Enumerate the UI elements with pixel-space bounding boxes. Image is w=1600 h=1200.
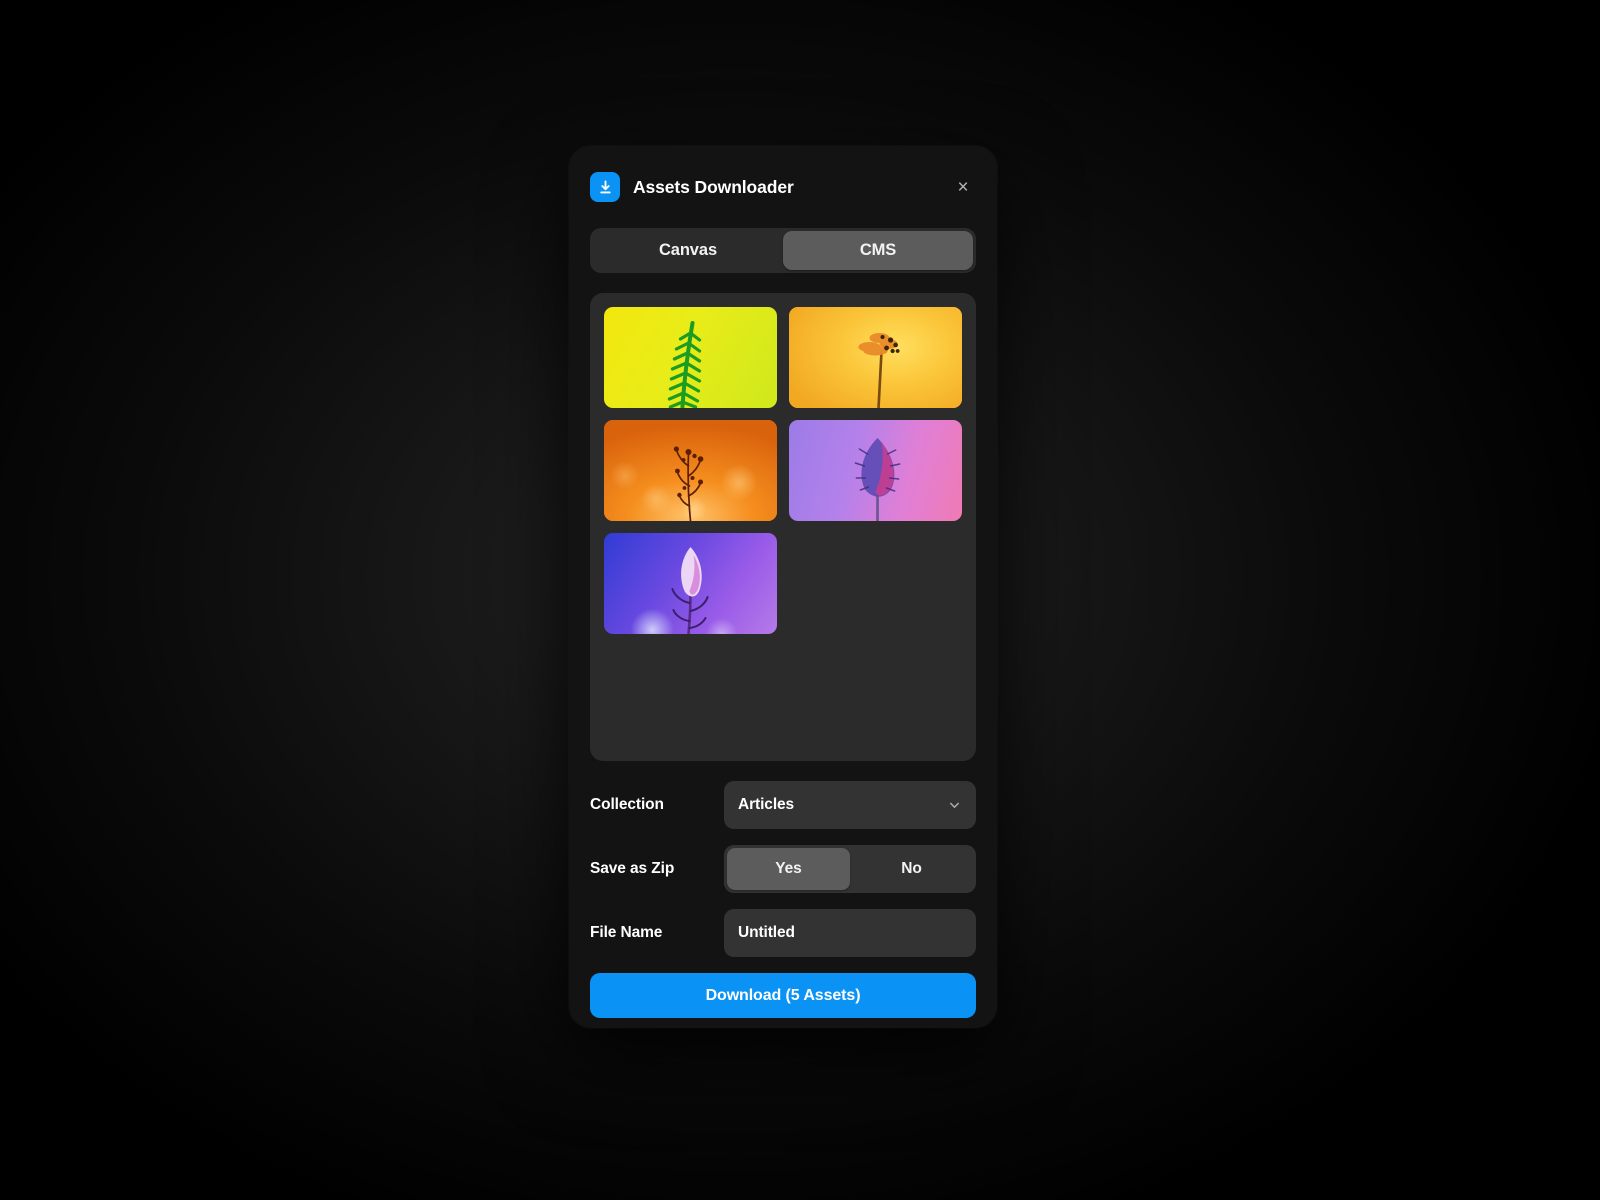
save-as-zip-option-no[interactable]: No	[850, 848, 973, 890]
close-icon[interactable]: ×	[950, 174, 976, 200]
app-background: Assets Downloader × Canvas CMS Collectio…	[0, 0, 1600, 1200]
modal-header: Assets Downloader ×	[590, 146, 976, 228]
assets-downloader-modal: Assets Downloader × Canvas CMS Collectio…	[569, 146, 997, 1028]
source-tab-group: Canvas CMS	[590, 228, 976, 273]
silhouette-plant-icon	[673, 446, 704, 521]
file-name-input[interactable]	[724, 909, 976, 957]
download-button[interactable]: Download (5 Assets)	[590, 973, 976, 1018]
file-name-label: File Name	[590, 924, 663, 941]
lupine-flower-icon	[671, 547, 709, 634]
collection-select[interactable]: Articles	[724, 781, 976, 829]
download-options-form: Collection Articles Save as Zip Yes No F…	[590, 781, 976, 1018]
save-as-zip-control: Yes No	[724, 845, 976, 893]
flower-spike-icon	[858, 333, 900, 408]
save-as-zip-label: Save as Zip	[590, 860, 675, 877]
chevron-down-icon	[947, 798, 962, 813]
save-as-zip-row: Save as Zip Yes No	[590, 845, 976, 893]
fern-leaf-icon	[667, 321, 702, 408]
save-as-zip-toggle: Yes No	[724, 845, 976, 893]
file-name-row: File Name	[590, 909, 976, 957]
tab-cms[interactable]: CMS	[783, 231, 973, 270]
asset-image	[604, 307, 777, 408]
asset-image	[789, 420, 962, 521]
asset-image	[789, 307, 962, 408]
page-title: Assets Downloader	[633, 176, 794, 197]
file-name-control	[724, 909, 976, 957]
collection-row: Collection Articles	[590, 781, 976, 829]
collection-label: Collection	[590, 796, 664, 813]
asset-image	[604, 533, 777, 634]
asset-image	[604, 420, 777, 521]
asset-thumbnail-golden-flower-spike[interactable]	[789, 307, 962, 408]
download-icon	[590, 172, 620, 202]
allium-flower-icon	[854, 438, 901, 521]
asset-thumbnail-fern-leaf-yellow[interactable]	[604, 307, 777, 408]
assets-grid-panel[interactable]	[590, 293, 976, 761]
assets-grid	[604, 307, 962, 634]
asset-thumbnail-orange-bokeh-plant[interactable]	[604, 420, 777, 521]
collection-selected-value: Articles	[738, 796, 795, 813]
save-as-zip-option-yes[interactable]: Yes	[727, 848, 850, 890]
asset-thumbnail-purple-allium-bloom[interactable]	[789, 420, 962, 521]
tab-canvas[interactable]: Canvas	[593, 231, 783, 270]
collection-control: Articles	[724, 781, 976, 829]
asset-thumbnail-violet-lupine-bloom[interactable]	[604, 533, 777, 634]
